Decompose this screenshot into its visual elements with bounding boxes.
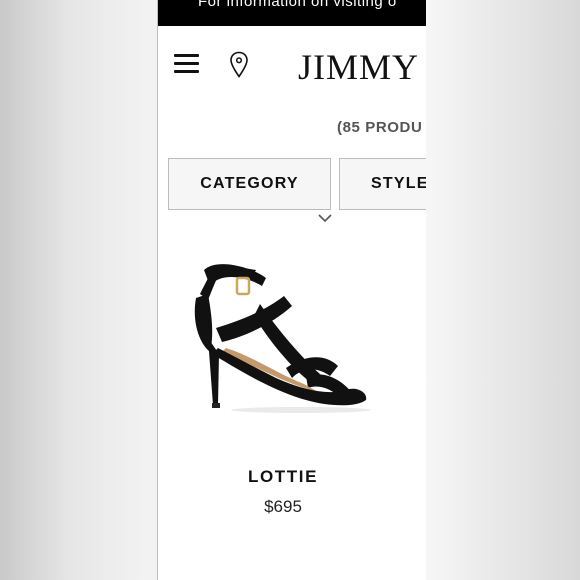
category-filter-label: CATEGORY (200, 175, 299, 192)
product-count: (85 PRODU (337, 119, 423, 136)
style-filter-label: STYLE (371, 175, 426, 192)
strappy-sandal-image[interactable] (186, 250, 386, 420)
brand-logo[interactable]: JIMMY C (298, 46, 426, 88)
blurred-backdrop (425, 0, 580, 580)
chevron-down-icon[interactable] (317, 213, 333, 223)
map-pin-icon (230, 51, 248, 78)
phone-screen: For information on visiting o JIMMY C (8… (157, 0, 426, 580)
info-banner[interactable]: For information on visiting o (158, 0, 426, 26)
info-banner-text: For information on visiting o (198, 0, 397, 10)
product-price: $695 (264, 497, 302, 516)
store-locator-button[interactable] (229, 51, 249, 79)
menu-button[interactable] (174, 52, 200, 76)
style-filter-button[interactable]: STYLE (339, 158, 426, 210)
category-filter-button[interactable]: CATEGORY (168, 158, 331, 210)
product-name[interactable]: LOTTIE (158, 467, 408, 487)
